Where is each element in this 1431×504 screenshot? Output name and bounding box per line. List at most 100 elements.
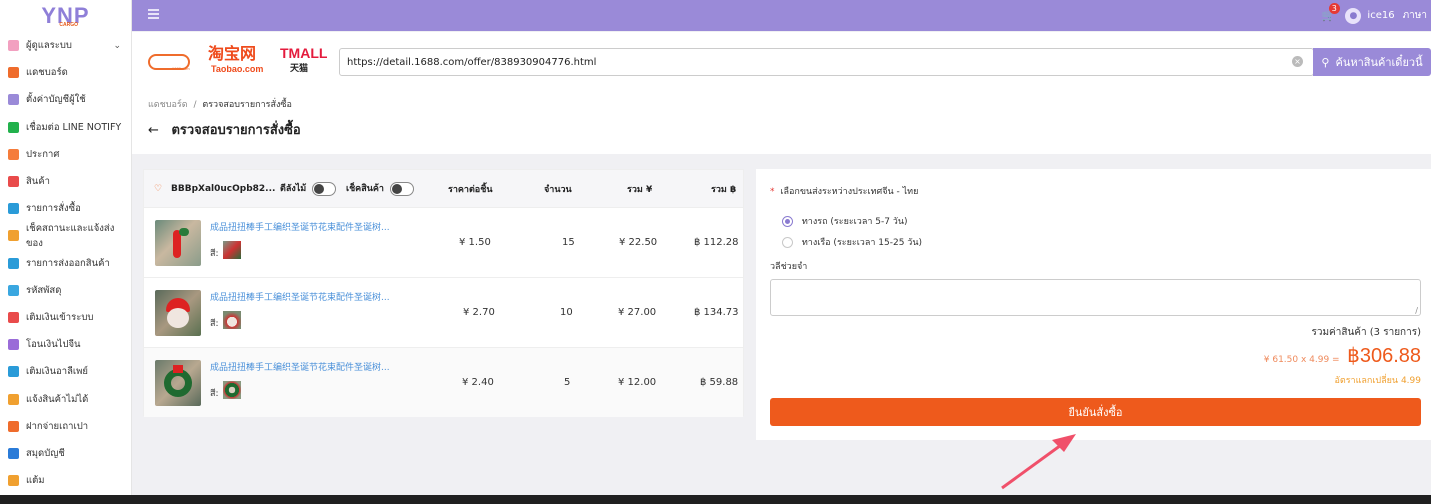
variant-thumbnail [223, 241, 241, 259]
sidebar-item-label: เช็คสถานะและแจ้งส่งของ [26, 222, 115, 249]
sidebar-item-report[interactable]: แจ้งสินค้าไม่ได้ [0, 385, 131, 412]
shipping-option-ship[interactable]: ทางเรือ (ระยะเวลา 15-25 วัน) [782, 235, 922, 249]
sidebar-item-label: แดชบอร์ด [26, 67, 68, 79]
unit-price: ¥ 1.50 [459, 237, 491, 248]
product-name-link[interactable]: 成品扭扭棒手工编织圣诞节花束配件圣诞树... [210, 290, 400, 303]
confirm-order-button[interactable]: ยืนยันสั่งซื้อ [770, 398, 1421, 426]
table-row: 成品扭扭棒手工编织圣诞节花束配件圣诞树... สี: ¥ 1.50 15 ¥ 2… [144, 207, 743, 277]
dashboard-icon [8, 67, 19, 79]
product-thumbnail[interactable] [155, 290, 201, 336]
sidebar: YNP CARGO ผู้ดูแลระบบ ⌄ แดชบอร์ดตั้งค่าบัญช… [0, 0, 132, 504]
product-thumbnail[interactable] [155, 220, 201, 266]
order-icon [8, 203, 19, 215]
variant-label: สี: [210, 319, 219, 329]
app-logo[interactable]: YNP CARGO [0, 0, 131, 32]
username[interactable]: ice16 [1367, 10, 1394, 21]
sidebar-item-user-settings[interactable]: ตั้งค่าบัญชีผู้ใช้ [0, 86, 131, 113]
user-avatar-icon[interactable]: ● [1345, 7, 1362, 24]
total-yuan: ¥ 12.00 [618, 377, 657, 388]
col-total-baht: รวม ฿ [711, 184, 737, 195]
book-icon [8, 447, 19, 459]
col-qty: จำนวน [544, 184, 572, 195]
product-thumbnail[interactable] [155, 360, 201, 406]
breadcrumb-current: ตรวจสอบรายการสั่งซื้อ [202, 100, 292, 110]
sidebar-item-announce[interactable]: ประกาศ [0, 141, 131, 168]
sidebar-item-export[interactable]: รายการส่งออกสินค้า [0, 250, 131, 277]
sidebar-item-book[interactable]: สมุดบัญชี [0, 440, 131, 467]
exchange-rate: อัตราแลกเปลี่ยน 4.99 [1334, 376, 1421, 386]
sidebar-item-truck[interactable]: เช็คสถานะและแจ้งส่งของ [0, 222, 131, 249]
sidebar-item-alipay[interactable]: เติมเงินอาลีเพย์ [0, 358, 131, 385]
taobao-pay-icon [8, 420, 19, 432]
sidebar-item-wallet[interactable]: เติมเงินเข้าระบบ [0, 304, 131, 331]
radio-unselected[interactable] [782, 237, 793, 248]
crate-toggle[interactable] [312, 181, 337, 196]
sidebar-item-points[interactable]: แต้ม [0, 467, 131, 494]
shipping-option-truck[interactable]: ทางรถ (ระยะเวลา 5-7 วัน) [782, 214, 908, 228]
page-title: ← ตรวจสอบรายการสั่งซื้อ [148, 123, 301, 138]
product-icon [8, 176, 19, 188]
col-unit-price: ราคาต่อชิ้น [448, 184, 493, 195]
cart-count-badge: 3 [1328, 3, 1340, 14]
truck-icon [8, 230, 19, 242]
sidebar-item-label: ฝากจ่ายเถาเปา [26, 420, 89, 432]
breadcrumb-home[interactable]: แดชบอร์ด [148, 100, 188, 110]
sidebar-item-label: เติมเงินเข้าระบบ [26, 311, 94, 323]
total-baht: ฿ 59.88 [700, 377, 739, 388]
quantity: 5 [564, 377, 571, 388]
sidebar-item-label: รหัสพัสดุ [26, 284, 62, 296]
shipping-title: * เลือกขนส่งระหว่างประเทศจีน - ไทย [770, 187, 919, 197]
user-settings-icon [8, 94, 19, 106]
unit-price: ¥ 2.40 [462, 377, 494, 388]
shop-icon: ♡ [154, 183, 163, 194]
search-button[interactable]: ⚲ ค้นหาสินค้าเดี๋ยวนี้ [1313, 48, 1431, 76]
crate-toggle-group: ตีลังไม้ [280, 181, 337, 196]
product-name-link[interactable]: 成品扭扭棒手工编织圣诞节花束配件圣诞树... [210, 220, 400, 233]
points-icon [8, 475, 19, 487]
sidebar-item-product[interactable]: สินค้า [0, 168, 131, 195]
sidebar-item-order[interactable]: รายการสั่งซื้อ [0, 195, 131, 222]
inspect-toggle[interactable] [390, 181, 415, 196]
sidebar-item-admin[interactable]: ผู้ดูแลระบบ ⌄ [0, 32, 131, 59]
cart-button[interactable]: 🛒 3 [1322, 3, 1340, 22]
url-search-input[interactable]: https://detail.1688.com/offer/8389309047… [339, 48, 1314, 76]
clear-input-icon[interactable]: × [1292, 56, 1303, 67]
export-icon [8, 257, 19, 269]
report-icon [8, 393, 19, 405]
sidebar-item-transfer[interactable]: โอนเงินไปจีน [0, 331, 131, 358]
chevron-down-icon[interactable]: ⌄ [113, 41, 121, 51]
sidebar-item-line[interactable]: เชื่อมต่อ LINE NOTIFY [0, 114, 131, 141]
sidebar-item-parcel[interactable]: รหัสพัสดุ [0, 277, 131, 304]
hamburger-menu-icon[interactable] [148, 9, 159, 21]
logo-taobao[interactable]: 淘宝网 Taobao.com [208, 46, 263, 74]
radio-selected[interactable] [782, 216, 793, 227]
sidebar-item-label: ตั้งค่าบัญชีผู้ใช้ [26, 94, 86, 106]
parcel-icon [8, 284, 19, 296]
wallet-icon [8, 311, 19, 323]
table-header: ♡ BBBpXal0ucOpb82... ตีลังไม้ เช็คสินค้า… [144, 170, 743, 207]
sidebar-item-label: ผู้ดูแลระบบ [26, 40, 72, 52]
logo-1688[interactable]: 1688.com [148, 54, 190, 71]
note-textarea[interactable]: ∕ [770, 279, 1421, 316]
order-summary-panel: * เลือกขนส่งระหว่างประเทศจีน - ไทย ทางรถ… [756, 169, 1431, 440]
sidebar-item-label: แจ้งสินค้าไม่ได้ [26, 393, 89, 405]
total-price: ฿306.88 [1347, 345, 1421, 367]
sidebar-item-dashboard[interactable]: แดชบอร์ด [0, 59, 131, 86]
order-table: ♡ BBBpXal0ucOpb82... ตีลังไม้ เช็คสินค้า… [143, 169, 744, 417]
resize-handle-icon[interactable]: ∕ [1415, 306, 1418, 315]
transfer-icon [8, 339, 19, 351]
back-arrow-icon[interactable]: ← [148, 123, 159, 138]
note-label: วลีช่วยจำ [770, 262, 808, 272]
sidebar-item-label: สินค้า [26, 176, 50, 188]
admin-icon [8, 40, 19, 52]
quantity: 15 [562, 237, 575, 248]
shop-name[interactable]: BBBpXal0ucOpb82... [171, 184, 275, 194]
logo-tmall[interactable]: TMALL 天猫 [280, 46, 327, 74]
search-bar: 1688.com 淘宝网 Taobao.com TMALL 天猫 https:/… [132, 32, 1431, 92]
sidebar-item-taobao-pay[interactable]: ฝากจ่ายเถาเปา [0, 413, 131, 440]
language-menu[interactable]: ภาษา [1403, 8, 1427, 23]
product-name-link[interactable]: 成品扭扭棒手工编织圣诞节花束配件圣诞树... [210, 360, 400, 373]
variant-thumbnail [223, 311, 241, 329]
table-row: 成品扭扭棒手工编织圣诞节花束配件圣诞树... สี: ¥ 2.40 5 ¥ 12… [144, 347, 743, 417]
sidebar-item-label: เชื่อมต่อ LINE NOTIFY [26, 121, 122, 133]
